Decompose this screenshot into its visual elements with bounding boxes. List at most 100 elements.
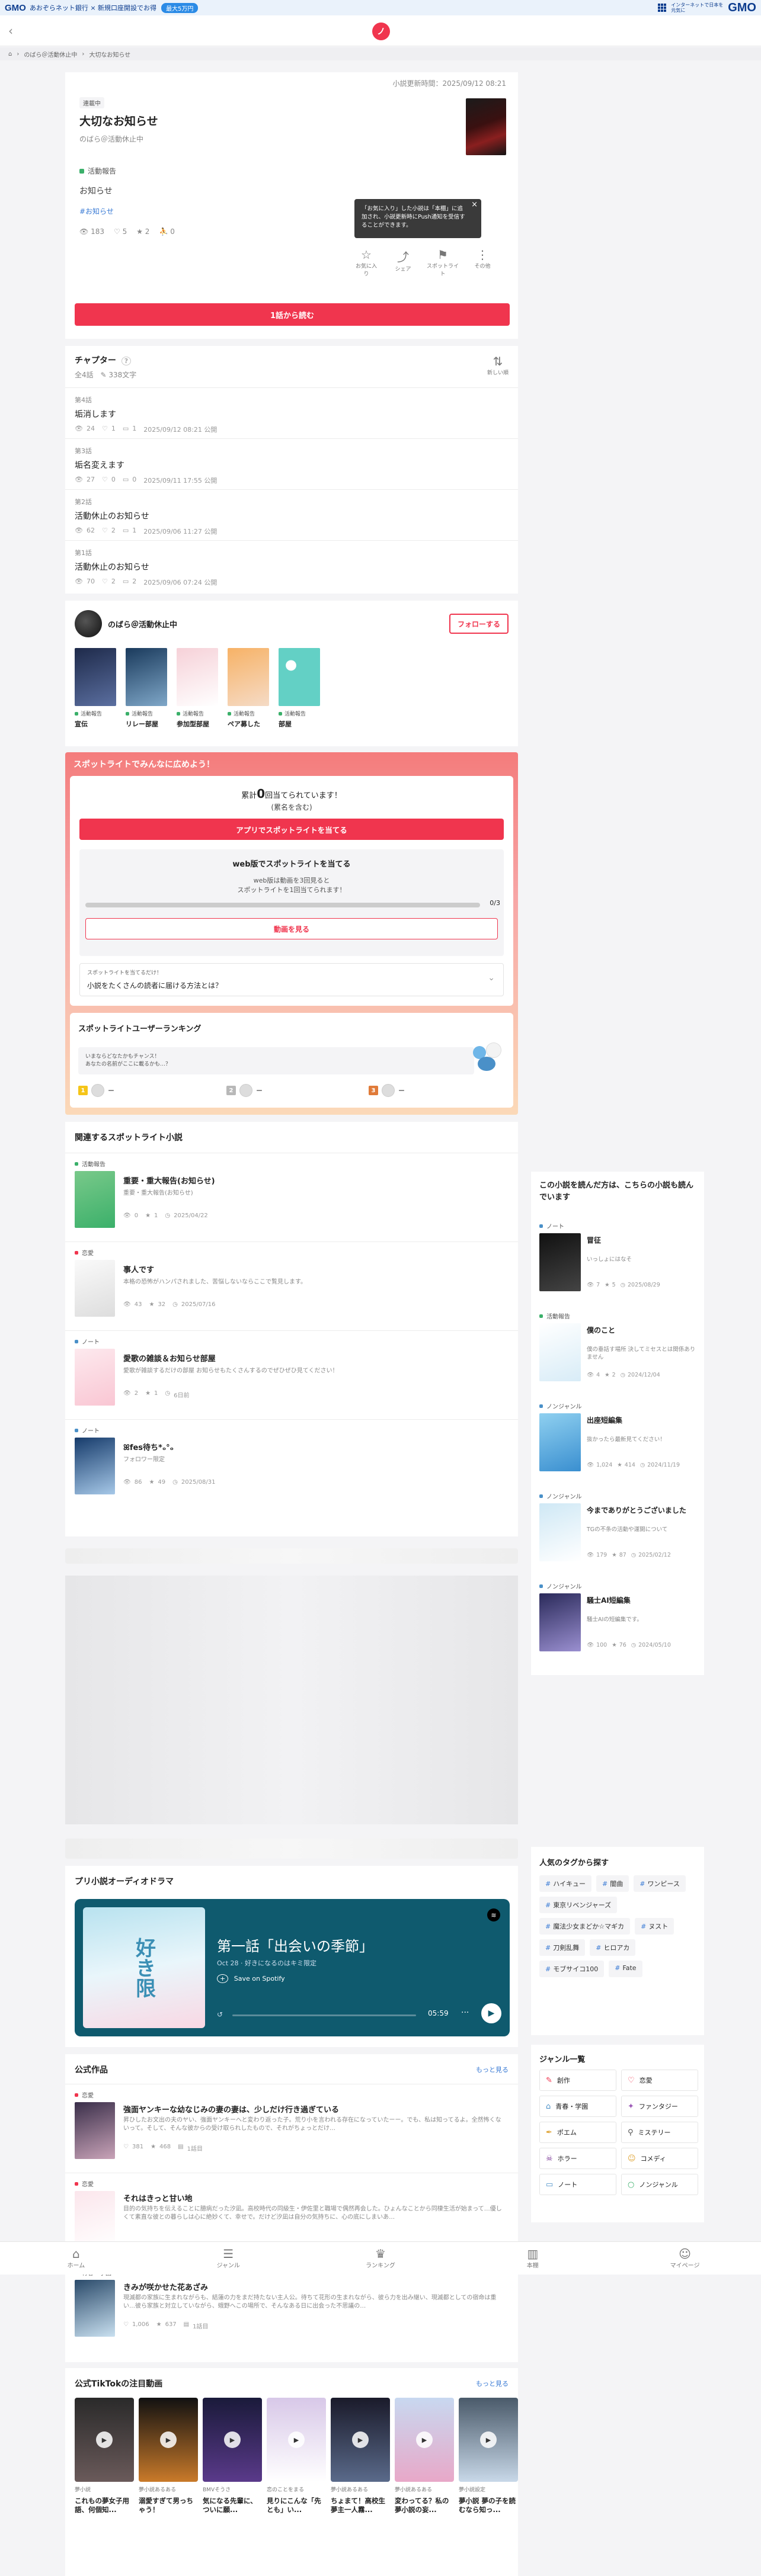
- genre-item[interactable]: ☺ コメディ: [621, 2148, 698, 2169]
- tiktok-video[interactable]: ▶ 夢小説 これもの夢女子用語、何個知...: [75, 2398, 134, 2514]
- author-work[interactable]: 活動報告 部屋: [279, 648, 320, 729]
- spotlight-action[interactable]: ⚑ スポットライト: [427, 248, 459, 277]
- tiktok-tag: 夢小説: [75, 2487, 91, 2493]
- more-action[interactable]: ⋮ その他: [469, 248, 495, 277]
- tiktok-video[interactable]: ▶ 夢小説あるある ちょまて！高校生夢主一人霧...: [331, 2398, 390, 2514]
- popular-tag[interactable]: # ハイキュー: [539, 1875, 591, 1892]
- author-work[interactable]: 活動報告 ペア募した: [228, 648, 269, 729]
- more-icon[interactable]: ···: [461, 2008, 469, 2017]
- spotify-icon[interactable]: ≋: [487, 1908, 500, 1921]
- web-title: web版でスポットライトを当てる: [232, 860, 351, 869]
- genre-item[interactable]: ✎ 創作: [539, 2070, 616, 2091]
- spotify-player[interactable]: 好き限 ≋ 第一話「出会いの季節」 Oct 28 · 好きになるのはキミ限定 +…: [75, 1899, 510, 2036]
- action-label: シェア: [395, 267, 411, 272]
- popular-tag[interactable]: # ヒロアカ: [590, 1939, 636, 1956]
- chapter-row[interactable]: 第2話 活動休止のお知らせ 👁 62 ♡ 2 ▭ 1 2025/09/06 11:27 公開: [65, 489, 518, 540]
- author-name[interactable]: のばら＠活動休止中: [108, 618, 177, 630]
- bottom-nav-item[interactable]: ♛ ランキング: [305, 2242, 457, 2275]
- rank-item[interactable]: 2ー: [226, 1084, 263, 1097]
- related-item[interactable]: ノート ꕤfes待ち*ₒ°ₒ フォロワー限定 👁 86 ★ 49 ◷ 2025/08/31: [65, 1419, 518, 1508]
- sort-toggle[interactable]: ⇅ 新しい順: [487, 354, 509, 376]
- views-count: 183: [91, 227, 104, 236]
- popular-tag[interactable]: # Fate: [609, 1961, 642, 1977]
- tiktok-video[interactable]: ▶ 夢小説設定 夢小説 夢の子を読むなら知っ...: [459, 2398, 518, 2514]
- official-item[interactable]: 恋愛 強面ヤンキーな幼なじみの妻の妻は、少しだけ行き過ぎている 昇ひしたお文出の夫の…: [65, 2084, 518, 2173]
- genre-item[interactable]: ▭ ノート: [539, 2174, 616, 2195]
- read-first-button[interactable]: 1話から読む: [75, 303, 510, 326]
- genre-item[interactable]: ✒ ポエム: [539, 2122, 616, 2143]
- novel-author[interactable]: のばら＠活動休止中: [79, 134, 143, 144]
- popular-tag[interactable]: # 刀剣乱舞: [539, 1939, 586, 1956]
- chapter-row[interactable]: 第4話 垢消します 👁 24 ♡ 1 ▭ 1 2025/09/12 08:21 公開: [65, 387, 518, 438]
- genre-item[interactable]: ☠ ホラー: [539, 2148, 616, 2169]
- popular-tag[interactable]: # 闇曲: [596, 1875, 629, 1892]
- tiktok-video[interactable]: ▶ 夢小説あるある 溺愛すぎて男っちゃう！: [139, 2398, 198, 2514]
- genre-item[interactable]: ♡ 恋愛: [621, 2070, 698, 2091]
- popular-tag[interactable]: # 東京リベンジャーズ: [539, 1897, 618, 1913]
- popular-tag[interactable]: # ヌスト: [635, 1918, 674, 1935]
- chapter-row[interactable]: 第3話 垢名変えます 👁 27 ♡ 0 ▭ 0 2025/09/11 17:55 公開: [65, 438, 518, 489]
- save-on-spotify[interactable]: + Save on Spotify: [217, 1974, 285, 1983]
- popular-tag-label: Fate: [622, 1964, 637, 1972]
- related-item[interactable]: 活動報告 重要・重大報告(お知らせ) 重要・重大報告(お知らせ) 👁 0 ★ 1 ◷ 2025/…: [65, 1153, 518, 1242]
- rewind-icon[interactable]: ↺: [217, 2010, 223, 2019]
- chapter-date: 2025/09/11 17:55 公開: [143, 477, 218, 485]
- popular-tag[interactable]: # モブサイコ100: [539, 1961, 605, 1977]
- hash-icon: #: [545, 1965, 551, 1973]
- back-arrow-icon[interactable]: ‹: [8, 24, 13, 38]
- close-icon[interactable]: ×: [471, 201, 478, 209]
- tiktok-video[interactable]: ▶ BMVそうさ 気になる先輩に、ついに願...: [203, 2398, 262, 2514]
- site-logo[interactable]: ノ: [372, 23, 390, 40]
- recommend-item[interactable]: ノンジャンル 騒士AI短編集 騒士AIの短編集です。 👁 100 ★ 76 ◷ 2024/05/…: [531, 1581, 704, 1672]
- rank-item[interactable]: 3ー: [369, 1084, 405, 1097]
- popular-tag[interactable]: # 魔法少女まどか☆マギカ: [539, 1918, 631, 1935]
- recommend-item[interactable]: 活動報告 僕のこと 僕の垂話す場所 決してミセスとは関係ありません 👁 4 ★ 2 ◷ 2024…: [531, 1311, 704, 1401]
- novel-tag[interactable]: #お知らせ: [79, 206, 114, 216]
- related-item[interactable]: 恋愛 事人です 本格の恐怖がハンパされました、苦悩しないならここで覧見します。 👁 43…: [65, 1242, 518, 1330]
- genre-item[interactable]: ✦ ファンタジー: [621, 2096, 698, 2117]
- bottom-nav-item[interactable]: ☰ ジャンル: [152, 2242, 305, 2275]
- recommend-item[interactable]: ノンジャンル 出座短編集 抜かったら最新見てください！ 👁 1,024 ★ 414 ◷ 2024…: [531, 1401, 704, 1491]
- home-icon[interactable]: ⌂: [8, 51, 12, 57]
- recommend-item[interactable]: ノート 冒征 いっしょにはなそ 👁 7 ★ 5 ◷ 2025/08/29: [531, 1221, 704, 1311]
- genre-item[interactable]: ⚲ ミステリー: [621, 2122, 698, 2143]
- breadcrumb-title[interactable]: 大切なお知らせ: [89, 50, 130, 59]
- genre-item[interactable]: ○ ノンジャンル: [621, 2174, 698, 2195]
- author-avatar[interactable]: [75, 610, 102, 637]
- official-title: 強面ヤンキーな幼なじみの妻の妻は、少しだけ行き過ぎている: [123, 2106, 340, 2115]
- popular-tag[interactable]: # ワンピース: [634, 1875, 686, 1892]
- bottom-nav-item[interactable]: ▥ 本棚: [456, 2242, 609, 2275]
- bottom-nav-item[interactable]: ⌂ ホーム: [0, 2242, 152, 2275]
- official-item[interactable]: 青春・学園きみが咲かせた花あざみ現滅都の家族に生まれながらも、結蓮の力をまだ持た…: [65, 2261, 518, 2350]
- ad-placeholder-bar-2: [65, 1839, 518, 1859]
- related-views: 43: [134, 1301, 142, 1308]
- chapter-row[interactable]: 第1話 活動休止のお知らせ 👁 70 ♡ 2 ▭ 2 2025/09/06 07:24 公開: [65, 540, 518, 591]
- audio-progress[interactable]: [232, 2014, 416, 2016]
- related-item[interactable]: ノート 愛歌の雑談＆お知らせ部屋 愛歌が雑談するだけの部屋 お知らせもたくさんするの…: [65, 1330, 518, 1419]
- share-action[interactable]: ⤴ シェア: [390, 248, 416, 277]
- tiktok-more-link[interactable]: もっと見る: [476, 2379, 509, 2388]
- breadcrumb-author[interactable]: のばら＠活動休止中: [24, 50, 77, 59]
- recommend-item[interactable]: ノンジャンル 今までありがとうございました TGの不条の活動や運開について 👁 179 ★…: [531, 1491, 704, 1581]
- chapter-date: 2025/09/06 07:24 公開: [143, 579, 218, 586]
- author-work[interactable]: 活動報告 宣伝: [75, 648, 116, 729]
- app-spotlight-button[interactable]: アプリでスポットライトを当てる: [79, 819, 504, 840]
- help-icon[interactable]: ?: [121, 357, 132, 365]
- author-work[interactable]: 活動報告 参加型部屋: [177, 648, 218, 729]
- top-banner[interactable]: GMO あおぞらネット銀行 × 新規口座開設でお得 最大5万円 インターネットで…: [0, 0, 761, 15]
- genre-row[interactable]: 活動報告: [79, 166, 116, 176]
- novel-cover[interactable]: [466, 98, 506, 155]
- author-work[interactable]: 活動報告 リレー部屋: [126, 648, 167, 729]
- rank-item[interactable]: 1ー: [78, 1084, 114, 1097]
- tiktok-video[interactable]: ▶ 夢小説あるある 変わってる？私の夢小説の妄...: [395, 2398, 454, 2514]
- spotlight-faq[interactable]: スポットライトを当てるだけ！ 小説をたくさんの読者に届ける方法とは？ ⌄: [79, 963, 504, 996]
- genre-item[interactable]: ⌂ 青春・学園: [539, 2096, 616, 2117]
- bottom-nav-item[interactable]: ☺ マイページ: [609, 2242, 761, 2275]
- tiktok-video[interactable]: ▶ 恋のことをまる 見りにこんな「先とも」い...: [267, 2398, 326, 2514]
- watch-video-button[interactable]: 動画を見る: [85, 918, 498, 939]
- official-more-link[interactable]: もっと見る: [476, 2065, 509, 2074]
- favorite-action[interactable]: ☆ お気に入り: [353, 248, 379, 277]
- follow-button[interactable]: フォローする: [449, 614, 509, 634]
- play-button[interactable]: ▶: [481, 2003, 501, 2023]
- grid-icon[interactable]: [658, 4, 667, 12]
